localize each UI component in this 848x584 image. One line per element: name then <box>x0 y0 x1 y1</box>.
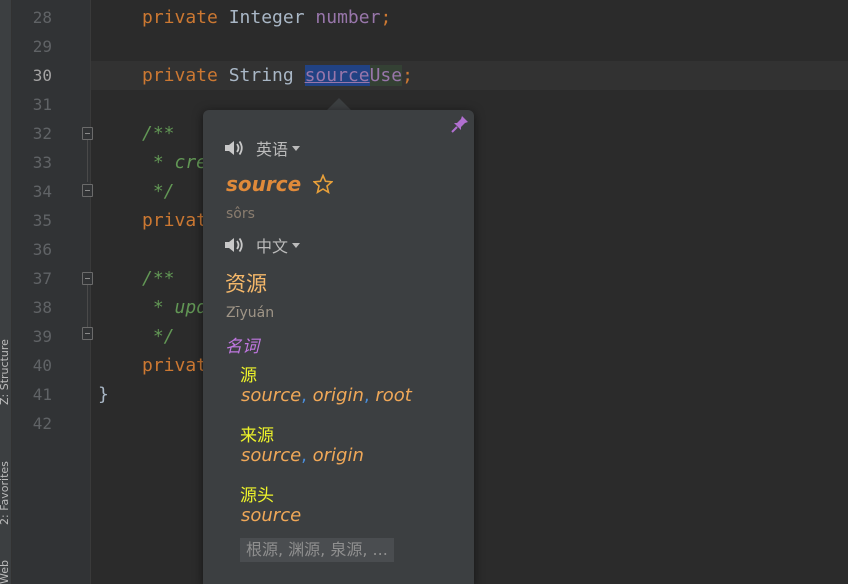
source-language-select[interactable]: 英语 <box>256 136 288 160</box>
dictionary-entry-synonyms: source, origin, root <box>241 385 412 406</box>
more-translations-button[interactable]: 根源, 渊源, 泉源, ... <box>240 538 394 562</box>
synonym[interactable]: source <box>241 505 301 526</box>
dictionary-entry-word: 源头 <box>240 486 274 506</box>
synonym[interactable]: origin <box>313 385 364 406</box>
target-language-select[interactable]: 中文 <box>256 233 288 257</box>
code-line-39: */ <box>142 326 175 347</box>
star-icon[interactable] <box>313 174 334 194</box>
code-line-28: private Integer number; <box>142 7 392 28</box>
line-number: 34 <box>32 182 52 201</box>
translation-text: 资源 <box>225 272 267 296</box>
code-line-35: privat <box>142 210 208 231</box>
line-number: 40 <box>32 356 52 375</box>
favorites-tool-tab[interactable]: 2: Favorites <box>0 420 12 525</box>
pin-icon[interactable] <box>450 114 470 134</box>
tool-window-strip: Z: Structure 2: Favorites Web <box>0 0 12 584</box>
source-language-row: 英语 <box>224 136 301 160</box>
code-line-38: * upd <box>142 297 208 318</box>
fold-guide <box>87 285 88 327</box>
line-number-current: 30 <box>32 66 52 85</box>
code-line-37: /** <box>142 268 175 289</box>
line-number: 32 <box>32 124 52 143</box>
line-number: 42 <box>32 414 52 433</box>
code-line-30: private String sourceUse; <box>142 65 413 86</box>
web-tool-tab[interactable]: Web <box>0 540 12 584</box>
source-phonetic: sôrs <box>226 206 255 222</box>
code-line-33: * cre <box>142 152 208 173</box>
code-line-34: */ <box>142 181 175 202</box>
editor-gutter[interactable]: 28 29 30 31 32 33 34 35 36 37 38 39 40 4… <box>12 0 93 584</box>
chevron-down-icon[interactable] <box>292 145 301 151</box>
dictionary-entry-word: 源 <box>240 366 257 386</box>
line-number: 36 <box>32 240 52 259</box>
code-line-32: /** <box>142 123 175 144</box>
line-number: 37 <box>32 269 52 288</box>
code-line-41: } <box>98 384 109 405</box>
part-of-speech: 名词 <box>225 337 259 357</box>
source-word: source <box>226 172 334 196</box>
fold-guide <box>87 140 88 182</box>
structure-tool-tab[interactable]: Z: Structure <box>0 300 12 405</box>
synonym[interactable]: source <box>241 445 301 466</box>
speaker-icon[interactable] <box>224 236 244 254</box>
line-number: 39 <box>32 327 52 346</box>
translation-pinyin: Zīyuán <box>226 305 275 321</box>
dictionary-entry-word: 来源 <box>240 426 274 446</box>
code-line-40: privat <box>142 355 208 376</box>
line-number: 29 <box>32 37 52 56</box>
dictionary-entry-synonyms: source <box>241 505 301 526</box>
line-number: 28 <box>32 8 52 27</box>
line-number: 31 <box>32 95 52 114</box>
line-number: 35 <box>32 211 52 230</box>
target-language-row: 中文 <box>224 233 301 257</box>
line-number: 38 <box>32 298 52 317</box>
selected-word[interactable]: source <box>304 65 370 86</box>
synonym[interactable]: source <box>241 385 301 406</box>
ide-window: Z: Structure 2: Favorites Web 28 29 30 3… <box>0 0 848 584</box>
speaker-icon[interactable] <box>224 139 244 157</box>
line-number: 41 <box>32 385 52 404</box>
synonym[interactable]: origin <box>313 445 364 466</box>
translation-popup: 英语 source sôrs 中文 资源 Zīyuán 名词 源 source,… <box>203 110 474 584</box>
dictionary-entry-synonyms: source, origin <box>241 445 364 466</box>
chevron-down-icon[interactable] <box>292 242 301 248</box>
line-number: 33 <box>32 153 52 172</box>
synonym[interactable]: root <box>375 385 411 406</box>
